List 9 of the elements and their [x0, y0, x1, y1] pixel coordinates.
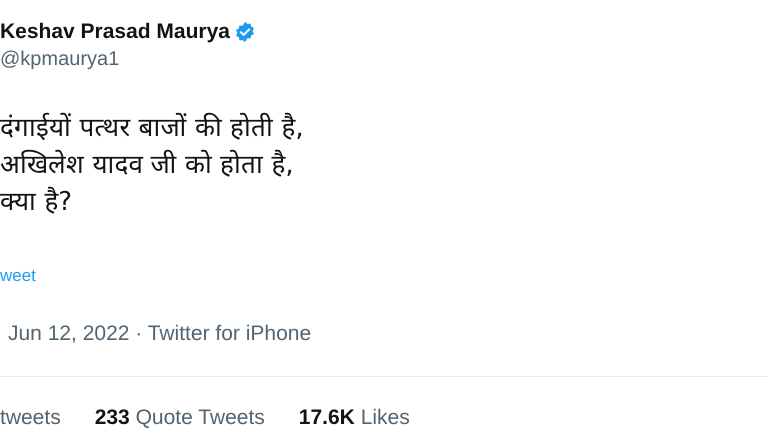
tweet-text-line: दंगाईयों पत्थर बाजों की होती है,: [0, 112, 304, 145]
tweet-timestamp: Jun 12, 2022 · Twitter for iPhone: [8, 322, 312, 346]
author-handle: @kpmaurya1: [0, 48, 120, 72]
engagement-stat[interactable]: 17.6K Likes: [298, 406, 410, 430]
tweet-text-line: अखिलेश यादव जी को होता है,: [0, 148, 294, 182]
tweet-text-line: क्या है?: [0, 186, 72, 219]
engagement-stat[interactable]: 233 Quote Tweets: [94, 406, 265, 430]
author-name[interactable]: Keshav Prasad Maurya: [0, 20, 230, 44]
engagement-stat[interactable]: tweets: [0, 406, 61, 430]
